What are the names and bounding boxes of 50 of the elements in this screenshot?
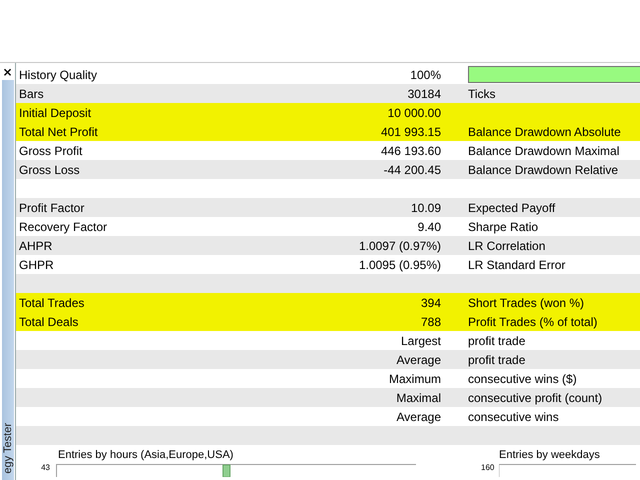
row-value: 100% xyxy=(410,68,441,82)
row-label: GHPR xyxy=(19,258,54,272)
row-value: 394 xyxy=(420,296,441,310)
row-label: profit trade xyxy=(468,352,526,366)
row-value: Maximum xyxy=(388,372,441,386)
row-value: 30184 xyxy=(408,86,441,100)
row-label: Bars xyxy=(19,86,44,100)
row-label: Gross Loss xyxy=(19,162,80,176)
row-value: -44 200.45 xyxy=(384,162,441,176)
axis-label: 160 xyxy=(481,463,496,472)
row-label: Total Deals xyxy=(19,314,78,328)
row-value: 788 xyxy=(420,314,441,328)
row-label: consecutive wins ($) xyxy=(468,372,577,386)
row-label: LR Correlation xyxy=(468,238,546,252)
row-value: Average xyxy=(396,352,441,366)
row-label: consecutive wins xyxy=(468,410,559,424)
row-label: Initial Deposit xyxy=(19,106,92,120)
row-value: 401 993.15 xyxy=(380,124,441,138)
row-label: Balance Drawdown Maximal xyxy=(468,144,620,158)
row-label: Profit Factor xyxy=(19,200,84,214)
chart-title: Entries by weekdays xyxy=(498,449,601,461)
row-value: 9.40 xyxy=(418,220,441,234)
close-button[interactable]: × xyxy=(2,65,14,78)
row-value: Maximal xyxy=(396,390,441,404)
row-label: Ticks xyxy=(468,86,496,100)
row-label: Profit Trades (% of total) xyxy=(468,314,598,328)
row-value: 446 193.60 xyxy=(380,144,441,158)
row-value: 1.0095 (0.95%) xyxy=(358,258,441,272)
row-value: Average xyxy=(396,410,441,424)
row-label: consecutive profit (count) xyxy=(468,390,602,404)
row-label: Sharpe Ratio xyxy=(468,220,538,234)
row-label: AHPR xyxy=(19,238,52,252)
row-label: Total Net Profit xyxy=(19,124,98,138)
row-value: 10.09 xyxy=(410,200,441,214)
row-label: Recovery Factor xyxy=(19,220,108,234)
axis-label: 43 xyxy=(40,463,51,472)
row-label: Expected Payoff xyxy=(468,200,556,214)
row-label: profit trade xyxy=(468,334,526,348)
row-label: Gross Profit xyxy=(19,144,82,158)
row-label: Balance Drawdown Relative xyxy=(468,162,618,176)
row-label: LR Standard Error xyxy=(468,258,566,272)
row-label: History Quality xyxy=(19,68,98,82)
row-value: 1.0097 (0.97%) xyxy=(358,238,441,252)
chart-title: Entries by hours (Asia,Europe,USA) xyxy=(57,449,234,461)
row-value: Largest xyxy=(400,334,441,348)
side-tab[interactable]: egy Tester xyxy=(2,80,14,480)
row-label: Balance Drawdown Absolute xyxy=(468,124,621,138)
row-label: Short Trades (won %) xyxy=(468,296,584,310)
row-value: 10 000.00 xyxy=(388,106,441,120)
row-label: Total Trades xyxy=(19,296,84,310)
